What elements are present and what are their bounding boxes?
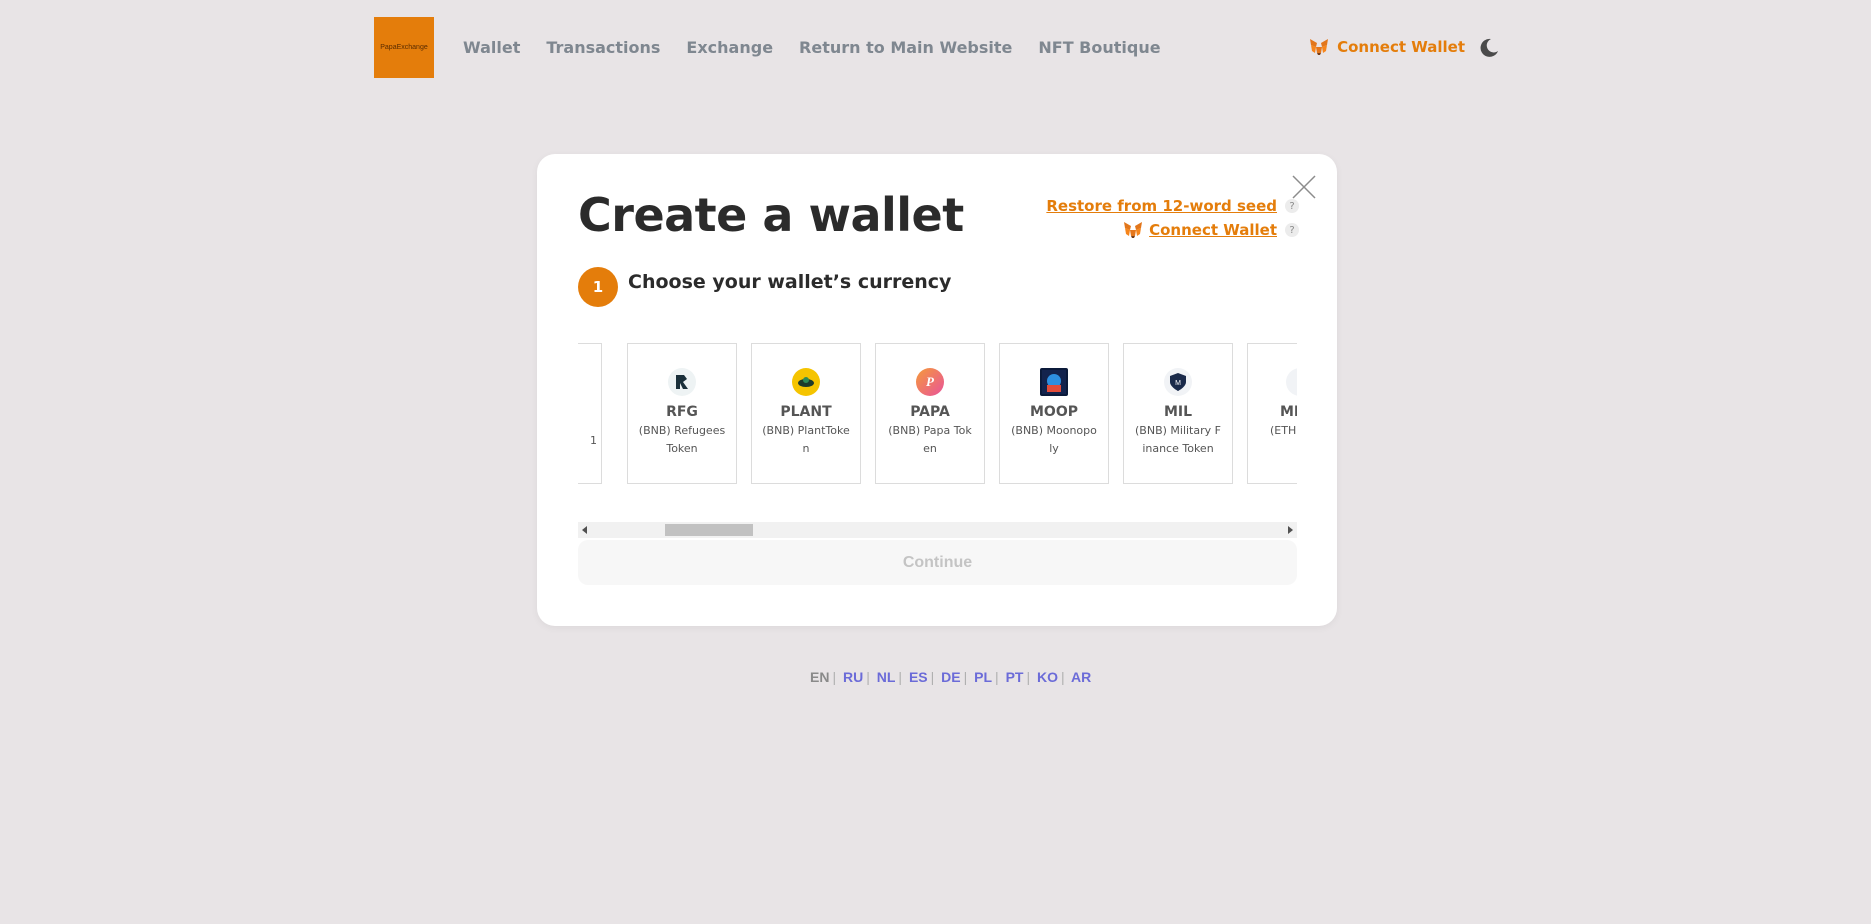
scrollbar-thumb[interactable]: [665, 524, 753, 536]
currency-name: (BNB) Refugees Token: [638, 424, 726, 455]
currency-symbol: MI: [1280, 404, 1297, 420]
connect-row: Connect Wallet ?: [1046, 218, 1299, 242]
metamask-fox-icon: [1310, 39, 1329, 55]
plant-icon: [792, 368, 820, 396]
language-switcher: EN | RU | NL | ES | DE | PL | PT | KO | AR: [810, 669, 1092, 685]
logo[interactable]: PapaExchange: [374, 17, 434, 78]
currency-card-rfg[interactable]: RFG (BNB) Refugees Token: [627, 343, 737, 484]
connect-wallet-header-label: Connect Wallet: [1337, 38, 1465, 56]
currency-name: (BNB) Papa Token: [888, 424, 972, 455]
currency-card-partial-left[interactable]: 1: [578, 343, 602, 484]
nav-return-main-website[interactable]: Return to Main Website: [799, 38, 1012, 57]
lang-en[interactable]: EN: [810, 669, 829, 685]
lang-es[interactable]: ES: [909, 669, 928, 685]
currency-card-papa[interactable]: P PAPA (BNB) Papa Token: [875, 343, 985, 484]
currency-name: (BNB) PlantToken: [762, 424, 850, 455]
currency-name: (BNB) Moonopoly: [1011, 424, 1097, 455]
restore-row: Restore from 12-word seed ?: [1046, 194, 1299, 218]
step-label: Choose your wallet’s currency: [628, 271, 952, 293]
continue-button[interactable]: Continue: [578, 540, 1297, 585]
rfg-icon: [668, 368, 696, 396]
metamask-fox-icon: [1124, 222, 1143, 238]
currency-name: 1: [590, 434, 597, 447]
nav-transactions[interactable]: Transactions: [546, 38, 660, 57]
scroll-right-arrow-icon[interactable]: [1288, 526, 1293, 534]
logo-text: PapaExchange: [380, 44, 428, 51]
svg-text:M: M: [1175, 380, 1181, 387]
header: PapaExchange Wallet Transactions Exchang…: [374, 17, 1500, 78]
mil-icon: M: [1164, 368, 1192, 396]
moop-icon: [1040, 368, 1068, 396]
lang-nl[interactable]: NL: [877, 669, 896, 685]
partial-icon: [1286, 368, 1297, 396]
currency-symbol: MOOP: [1030, 404, 1078, 420]
create-wallet-modal: Create a wallet Restore from 12-word see…: [537, 154, 1337, 626]
connect-help-icon[interactable]: ?: [1285, 223, 1299, 237]
nav-wallet[interactable]: Wallet: [463, 38, 520, 57]
currency-carousel[interactable]: 1 RFG (BNB) Refugees Token PLANT (BNB) P…: [578, 343, 1297, 486]
currency-symbol: RFG: [666, 404, 698, 420]
lang-pl[interactable]: PL: [974, 669, 992, 685]
nav-exchange[interactable]: Exchange: [686, 38, 773, 57]
connect-wallet-header-button[interactable]: Connect Wallet: [1309, 38, 1465, 56]
restore-seed-link[interactable]: Restore from 12-word seed: [1046, 197, 1277, 215]
currency-card-mil[interactable]: M MIL (BNB) Military Finance Token: [1123, 343, 1233, 484]
currency-name: (BNB) Military Finance Token: [1135, 424, 1221, 455]
lang-ar[interactable]: AR: [1071, 669, 1091, 685]
step-header: 1 Choose your wallet’s currency: [578, 267, 951, 307]
main-nav: Wallet Transactions Exchange Return to M…: [463, 17, 1187, 78]
step-number-badge: 1: [578, 267, 618, 307]
currency-card-moop[interactable]: MOOP (BNB) Moonopoly: [999, 343, 1109, 484]
lang-ko[interactable]: KO: [1037, 669, 1058, 685]
dark-mode-moon-icon[interactable]: [1478, 36, 1500, 58]
currency-name: (ETH): [1270, 424, 1297, 437]
lang-ru[interactable]: RU: [843, 669, 863, 685]
currency-symbol: PAPA: [910, 404, 950, 420]
restore-help-icon[interactable]: ?: [1285, 199, 1299, 213]
currency-symbol: PLANT: [780, 404, 832, 420]
lang-pt[interactable]: PT: [1006, 669, 1024, 685]
modal-links: Restore from 12-word seed ? Connect Wall…: [1046, 194, 1299, 242]
scroll-left-arrow-icon[interactable]: [582, 526, 587, 534]
currency-card-plant[interactable]: PLANT (BNB) PlantToken: [751, 343, 861, 484]
currency-card-partial-right[interactable]: MI (ETH): [1247, 343, 1297, 484]
currency-symbol: MIL: [1163, 404, 1193, 420]
carousel-scrollbar[interactable]: [578, 522, 1297, 538]
modal-title: Create a wallet: [578, 188, 964, 242]
connect-wallet-link[interactable]: Connect Wallet: [1149, 221, 1277, 239]
lang-de[interactable]: DE: [941, 669, 960, 685]
papa-icon: P: [916, 368, 944, 396]
nav-nft-boutique[interactable]: NFT Boutique: [1038, 38, 1160, 57]
